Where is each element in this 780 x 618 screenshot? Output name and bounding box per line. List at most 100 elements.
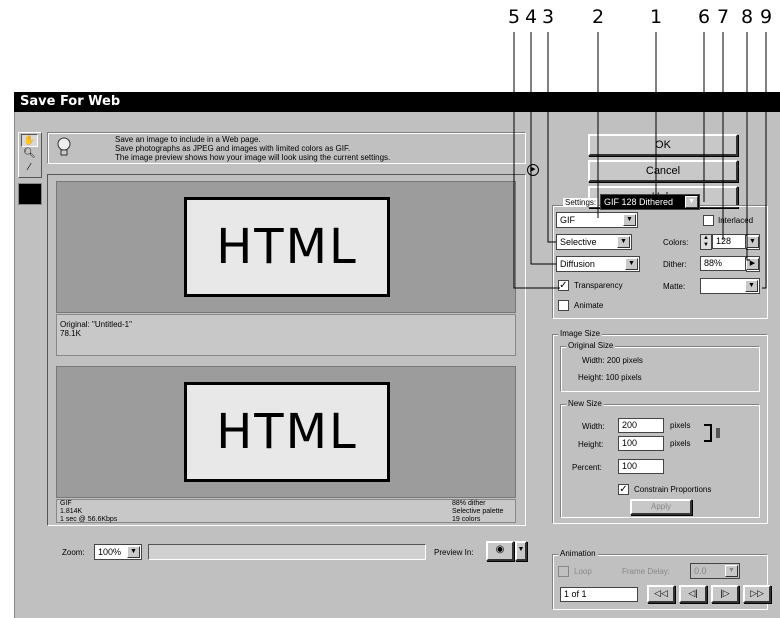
chevron-down-icon: ▼: [625, 258, 638, 270]
constrain-proportions-label: Constrain Proportions: [634, 485, 712, 494]
zoom-value: 100%: [98, 547, 122, 557]
next-frame-button[interactable]: |▷: [711, 585, 739, 603]
new-height-field[interactable]: 100: [618, 436, 664, 451]
original-height: Height: 100 pixels: [578, 373, 642, 382]
transparency-label: Transparency: [574, 281, 623, 290]
zoom-label: Zoom:: [62, 548, 85, 557]
optimized-image: HTML: [184, 382, 390, 482]
original-image: HTML: [184, 197, 390, 297]
hint-line-1: Save an image to include in a Web page.: [115, 135, 261, 144]
callout-9: 9: [760, 6, 773, 28]
chevron-down-icon: ▼: [517, 546, 525, 553]
animation-title: Animation: [558, 549, 598, 558]
chevron-down-icon: ▼: [127, 546, 140, 558]
hint-line-2: Save photographs as JPEG and images with…: [115, 144, 351, 153]
percent-field[interactable]: 100: [618, 459, 664, 474]
dither-menu[interactable]: ▶: [746, 256, 760, 272]
preview-in-browser-button[interactable]: ◉: [486, 541, 514, 561]
callout-1: 1: [650, 6, 663, 28]
optimize-menu-icon[interactable]: ▶: [527, 164, 539, 176]
settings-preset-value: GIF 128 Dithered: [604, 197, 674, 207]
callout-3: 3: [542, 6, 555, 28]
frame-delay-select[interactable]: 0.0 ▼: [690, 563, 740, 579]
frame-delay-value: 0.0: [694, 566, 707, 576]
previous-frame-button[interactable]: ◁|: [679, 585, 707, 603]
constrain-proportions-checkbox[interactable]: ✓: [618, 484, 629, 495]
chevron-down-icon: ▼: [617, 236, 630, 248]
chain-link-icon: [716, 428, 720, 438]
window-title: Save For Web: [14, 92, 780, 112]
height-unit: pixels: [670, 439, 691, 448]
optimized-size: 1.814K: [60, 508, 83, 515]
dither-algorithm-select[interactable]: Diffusion ▼: [556, 256, 640, 272]
apply-button[interactable]: Apply: [630, 499, 692, 515]
file-format-select[interactable]: GIF ▼: [556, 212, 638, 228]
interlaced-checkbox[interactable]: [703, 215, 714, 226]
callout-4: 4: [525, 6, 538, 28]
callout-6: 6: [698, 6, 711, 28]
chevron-down-icon: ▼: [685, 196, 698, 208]
chevron-down-icon: ▼: [745, 280, 758, 292]
animate-checkbox[interactable]: [558, 300, 569, 311]
callout-7: 7: [717, 6, 730, 28]
colors-field[interactable]: 128: [712, 234, 746, 249]
transparency-checkbox[interactable]: ✓: [558, 280, 569, 291]
frame-delay-label: Frame Delay:: [622, 567, 671, 576]
optimized-info-bar: [56, 499, 516, 523]
zoom-tool-icon[interactable]: 🔍︎: [22, 148, 37, 161]
eyedropper-color-swatch[interactable]: [18, 183, 42, 205]
new-size-title: New Size: [566, 399, 604, 408]
image-size-title: Image Size: [558, 329, 603, 338]
optimized-dither: 88% dither: [452, 500, 486, 507]
settings-label: Settings:: [563, 198, 599, 207]
callout-8: 8: [741, 6, 754, 28]
original-size-group: [560, 346, 760, 392]
hint-line-3: The image preview shows how your image w…: [115, 153, 391, 162]
loop-checkbox[interactable]: [558, 566, 569, 577]
original-size-title: Original Size: [566, 341, 616, 350]
ok-button[interactable]: OK: [588, 134, 738, 156]
colors-menu[interactable]: ▼: [746, 234, 760, 250]
link-bracket-icon: [704, 424, 712, 442]
dither-algorithm-value: Diffusion: [560, 259, 595, 269]
dither-field[interactable]: 88%: [700, 256, 746, 271]
zoom-select[interactable]: 100% ▼: [94, 544, 142, 560]
matte-label: Matte:: [663, 282, 686, 291]
chevron-down-icon: ▼: [725, 565, 738, 577]
original-size: 78.1K: [60, 329, 81, 338]
browser-icon: ◉: [495, 544, 505, 555]
callout-2: 2: [592, 6, 605, 28]
chevron-down-icon: ▼: [623, 214, 636, 226]
file-format-value: GIF: [560, 215, 575, 225]
percent-label: Percent:: [572, 463, 602, 472]
interlaced-label: Interlaced: [718, 216, 754, 225]
lightbulb-icon: [55, 136, 73, 158]
colors-stepper-icon[interactable]: ▲ ▼: [700, 234, 712, 250]
first-frame-button[interactable]: ◁◁: [647, 585, 675, 603]
animate-label: Animate: [574, 301, 604, 310]
original-width: Width: 200 pixels: [582, 356, 643, 365]
callout-5: 5: [508, 6, 521, 28]
hand-tool-icon[interactable]: ✋: [21, 134, 38, 147]
chevron-down-icon: ▶: [746, 258, 759, 270]
status-field: [148, 544, 426, 560]
preview-in-menu-button[interactable]: ▼: [515, 541, 527, 561]
color-reduction-value: Selective: [560, 237, 597, 247]
cancel-button[interactable]: Cancel: [588, 160, 738, 182]
loop-label: Loop: [574, 567, 592, 576]
last-frame-button[interactable]: ▷▷: [743, 585, 771, 603]
matte-select[interactable]: ▼: [700, 278, 760, 294]
optimized-format: GIF: [60, 500, 72, 507]
new-height-label: Height:: [578, 440, 604, 449]
width-unit: pixels: [670, 421, 691, 430]
eyedropper-tool-icon[interactable]: ⁄: [22, 162, 37, 175]
color-reduction-select[interactable]: Selective ▼: [556, 234, 632, 250]
optimized-time: 1 sec @ 56.6Kbps: [60, 516, 118, 523]
new-width-field[interactable]: 200: [618, 418, 664, 433]
settings-preset-select[interactable]: GIF 128 Dithered ▼: [600, 194, 700, 210]
optimized-palette: Selective palette: [452, 508, 504, 515]
colors-label: Colors:: [663, 238, 689, 247]
new-width-label: Width:: [582, 422, 605, 431]
dither-label: Dither:: [663, 260, 687, 269]
chevron-down-icon: ▼: [746, 236, 759, 248]
